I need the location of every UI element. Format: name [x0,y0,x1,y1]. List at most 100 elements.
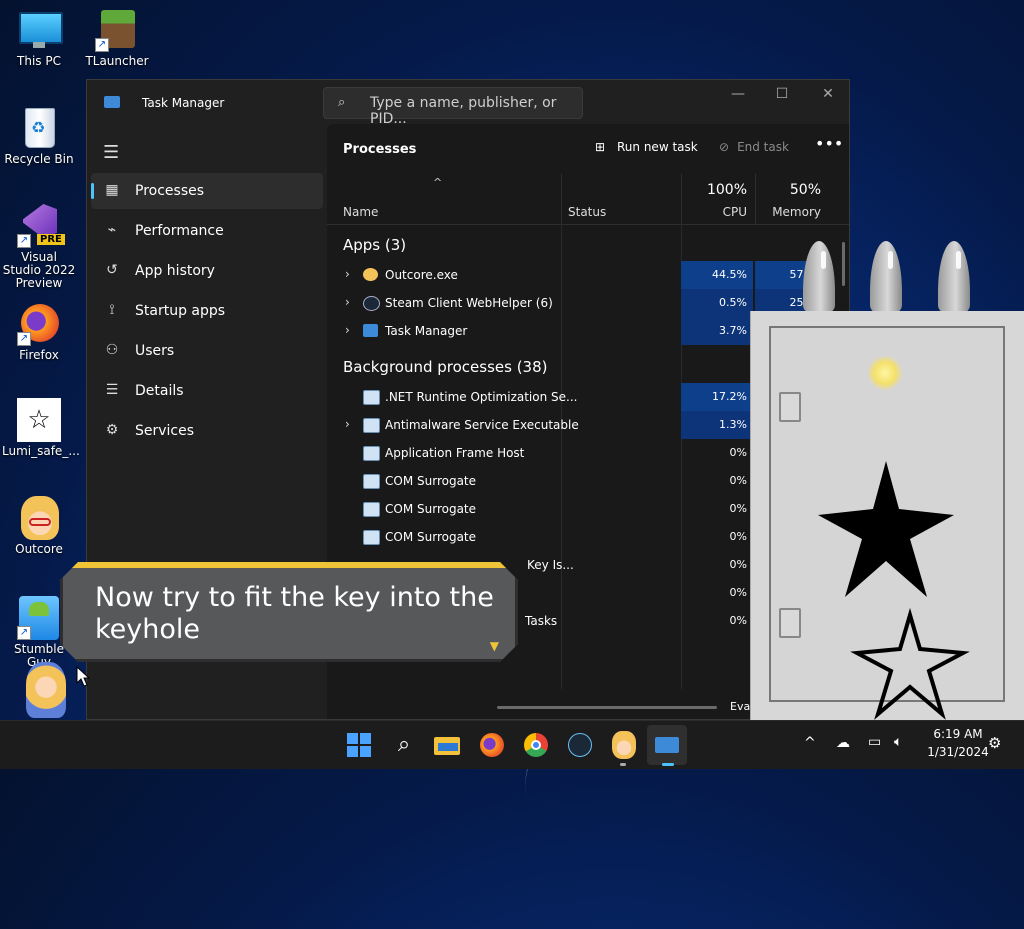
onedrive-icon[interactable]: ☁ [836,735,850,751]
active-indicator [91,183,94,199]
desktop-icon-recycle-bin[interactable]: ♻ Recycle Bin [2,106,76,166]
monitor-icon [17,8,63,52]
desktop-icon-label: Lumi_safe_... [2,444,80,458]
network-icon[interactable]: ▭ [868,734,881,750]
search-icon: ⌕ [338,95,346,110]
recycle-bin-icon: ♻ [17,106,61,150]
minimize-button[interactable]: — [725,86,751,106]
block-icon: ⊘ [719,140,730,154]
more-options-icon[interactable]: ••• [815,134,843,153]
process-icon [363,474,380,489]
task-manager-icon[interactable] [647,725,687,765]
desktop-icon-this-pc[interactable]: This PC [2,8,76,68]
desktop-icon-label: Visual Studio 2022 Preview [2,250,76,290]
nav-users[interactable]: ⚇ Users [91,333,323,369]
desktop-icon-label: Recycle Bin [4,152,74,166]
firefox-icon[interactable] [478,731,506,759]
run-new-task-button[interactable]: ⊞ Run new task [595,140,698,154]
firefox-icon: ↗ [17,302,61,346]
outcore-icon [363,268,378,281]
group-background-processes: Background processes (38) [343,358,548,376]
cpu-column-header[interactable]: 100% CPU [681,174,755,224]
close-button[interactable]: ✕ [815,86,841,106]
key-light[interactable] [868,356,902,390]
history-icon: ↺ [106,262,118,278]
nav-startup-apps[interactable]: ⟟ Startup apps [91,293,323,329]
desktop-icon-label: Firefox [19,348,59,362]
search-icon[interactable]: ⌕ [390,731,418,759]
start-icon[interactable] [345,731,373,759]
services-icon: ⚙ [105,422,119,438]
nav-label: Processes [135,183,205,199]
desktop-icon-label: TLauncher [85,54,149,68]
desktop-icon-tlauncher[interactable]: ↗ TLauncher [80,8,154,68]
volume-icon[interactable]: 🔈︎ [894,734,902,750]
nav-label: Services [135,423,195,439]
nav-details[interactable]: ☰ Details [91,373,323,409]
expand-chevron-icon[interactable]: › [345,323,350,337]
process-icon [363,418,380,433]
expand-chevron-icon[interactable]: › [345,295,350,309]
bullet [870,241,902,313]
steam-icon[interactable] [566,731,594,759]
nav-app-history[interactable]: ↺ App history [91,253,323,289]
desktop-icon-visual-studio[interactable]: PRE ↗ Visual Studio 2022 Preview [2,204,76,290]
shortcut-arrow-icon: ↗ [17,626,31,640]
horizontal-scrollbar[interactable] [497,706,717,709]
page-title: Processes [343,142,417,157]
dialog-box[interactable]: Now try to fit the key into the keyhole … [60,562,518,662]
process-icon [363,390,380,405]
outcore-icon[interactable] [610,731,638,759]
star-file-icon: ☆ [17,398,61,442]
name-column-header[interactable]: Name [327,174,561,224]
bullet [938,241,970,313]
down-triangle-icon[interactable]: ▼ [490,639,499,653]
shortcut-arrow-icon: ↗ [17,332,31,346]
table-row[interactable]: › Outcore.exe 44.5% 575.0 [327,261,847,289]
stumble-guys-icon: ↗ [17,596,61,640]
clock-time[interactable]: 6:19 AM [918,727,998,741]
run-new-task-label: Run new task [617,140,698,154]
group-apps: Apps (3) [343,236,407,254]
visual-studio-icon: PRE ↗ [17,204,65,248]
desktop-icon-lumi-safe[interactable]: ☆ Lumi_safe_... [2,398,80,458]
vertical-scrollbar[interactable] [842,242,845,286]
mouse-cursor [76,666,90,687]
partial-label: Eva [730,700,751,713]
running-indicator [620,763,626,766]
status-column-header[interactable]: Status [561,174,681,224]
steam-icon [363,296,380,311]
startup-icon: ⟟ [109,302,115,318]
outcore-character-sprite [26,662,66,718]
file-explorer-icon[interactable] [434,731,462,759]
desktop-icon-label: This PC [17,54,61,68]
expand-chevron-icon[interactable]: › [345,267,350,281]
search-input[interactable]: ⌕ Type a name, publisher, or PID... [323,87,583,127]
taskbar: ⌕ ^ ☁ ▭ 🔈︎ 6:19 AM 1/31/2024 ⚙ [0,720,1024,769]
maximize-button[interactable]: ☐ [769,86,795,106]
performance-icon: ⌁ [107,222,117,238]
filled-star-keyhole [818,461,954,597]
outcore-character-icon [17,496,61,540]
nav-performance[interactable]: ⌁ Performance [91,213,323,249]
nav-processes[interactable]: ▦ Processes [91,173,323,209]
title-bar[interactable]: Task Manager ⌕ Type a name, publisher, o… [87,80,849,127]
task-manager-icon [363,324,378,337]
process-icon [363,530,380,545]
memory-column-header[interactable]: 50% Memory [755,174,829,224]
shortcut-arrow-icon: ↗ [95,38,109,52]
expand-chevron-icon[interactable]: › [345,417,350,431]
chrome-icon[interactable] [522,731,550,759]
desktop-icon-firefox[interactable]: ↗ Firefox [2,302,76,362]
clock-date[interactable]: 1/31/2024 [918,745,998,759]
desktop-icon-outcore[interactable]: Outcore [2,496,76,556]
search-placeholder: Type a name, publisher, or PID... [370,95,557,127]
chevron-up-icon[interactable]: ^ [804,735,816,751]
nav-label: Users [135,343,175,359]
shortcut-arrow-icon: ↗ [17,234,31,248]
notification-icon[interactable]: ⚙ [988,734,1001,752]
end-task-button[interactable]: ⊘ End task [719,140,789,154]
hamburger-menu-icon[interactable]: ☰ [103,142,119,163]
nav-label: Performance [135,223,224,239]
nav-services[interactable]: ⚙ Services [91,413,323,449]
